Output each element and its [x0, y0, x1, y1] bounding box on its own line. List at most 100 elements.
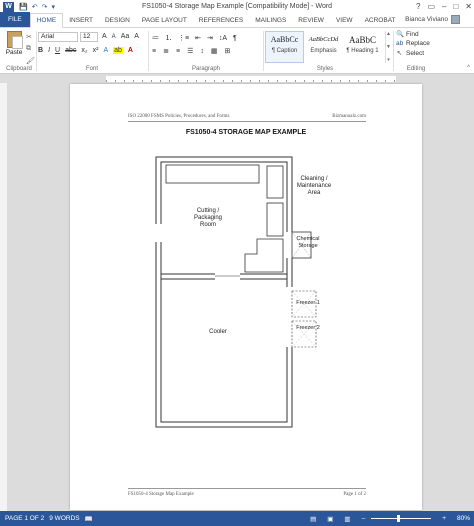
grow-font-button[interactable]: A [102, 33, 107, 40]
freezer-2-label: Freezer 2 [296, 325, 320, 331]
horizontal-ruler[interactable] [0, 75, 474, 83]
editing-group: 🔍 Find ab Replace ↖ Select [396, 30, 430, 58]
close-button[interactable]: ✕ [465, 0, 472, 13]
cut-icon[interactable]: ✂ [26, 33, 35, 41]
center-icon[interactable]: ≣ [163, 47, 169, 55]
style-caption[interactable]: AaBbCc ¶ Caption [265, 31, 304, 63]
group-divider [393, 31, 394, 71]
style-emphasis[interactable]: AaBbCcDd Emphasis [304, 31, 343, 63]
format-painter-icon[interactable]: 🖌 [26, 57, 35, 65]
shrink-font-button[interactable]: A [112, 34, 116, 40]
user-account[interactable]: Bianca Viviano [405, 15, 460, 24]
change-case-button[interactable]: Aa [121, 33, 130, 40]
bold-button[interactable]: B [38, 47, 43, 54]
window-title: FS1050-4 Storage Map Example [Compatibil… [141, 3, 333, 10]
tab-file[interactable]: FILE [0, 12, 30, 27]
select-button[interactable]: ↖ Select [396, 49, 430, 58]
tab-home[interactable]: HOME [29, 13, 64, 28]
styles-scroll[interactable]: ▲ ▼ ▾ [385, 31, 391, 63]
collapse-ribbon-icon[interactable]: ^ [467, 65, 470, 71]
paste-button[interactable]: Paste [3, 31, 25, 56]
replace-label: Replace [406, 40, 430, 47]
font-size-box[interactable]: 12 [80, 32, 98, 42]
highlight-button[interactable]: ab [113, 47, 123, 54]
undo-icon[interactable]: ↶ [32, 3, 38, 11]
strikethrough-button[interactable]: abc [65, 47, 76, 54]
more-styles-icon[interactable]: ▾ [387, 57, 390, 63]
word-app-icon[interactable]: W [3, 1, 14, 12]
zoom-in-button[interactable]: + [442, 515, 446, 522]
text-effects-button[interactable]: A [103, 47, 108, 54]
map-label-line: Storage [298, 243, 318, 249]
show-marks-icon[interactable]: ¶ [233, 35, 237, 42]
maximize-button[interactable]: □ [453, 0, 458, 13]
decrease-indent-icon[interactable]: ⇤ [195, 34, 201, 42]
tab-page-layout[interactable]: PAGE LAYOUT [136, 14, 193, 27]
shading-icon[interactable]: ▦ [211, 47, 218, 55]
zoom-out-button[interactable]: – [362, 515, 366, 522]
outer-wall-outer [155, 156, 293, 428]
align-right-icon[interactable]: ≡ [176, 48, 180, 55]
cutting-room-label: Cutting / Packaging Room [180, 208, 236, 229]
align-left-icon[interactable]: ≡ [152, 48, 156, 55]
page-count[interactable]: PAGE 1 OF 2 [5, 515, 44, 522]
help-icon[interactable]: ? [416, 0, 420, 13]
italic-button[interactable]: I [48, 47, 50, 54]
cleaning-area-label: Cleaning / Maintenance Area [284, 176, 344, 197]
proofing-icon[interactable]: 📖 [85, 515, 93, 523]
font-row-top: A A Aa A [102, 33, 139, 40]
increase-indent-icon[interactable]: ⇥ [207, 34, 213, 42]
title-bar: W 💾 ↶ ↷ ▾ FS1050-4 Storage Map Example [… [0, 0, 474, 13]
font-color-button[interactable]: A [128, 47, 133, 54]
numbering-icon[interactable]: ⒈ [165, 33, 172, 43]
select-icon: ↖ [396, 50, 403, 57]
font-row-bottom: B I U abc x₂ x² A ab A [38, 47, 133, 54]
replace-button[interactable]: ab Replace [396, 40, 430, 47]
font-name-box[interactable]: Arial [38, 32, 78, 42]
save-icon[interactable]: 💾 [19, 3, 28, 11]
ribbon-display-icon[interactable]: ▭ [427, 0, 435, 13]
replace-icon: ab [396, 40, 404, 47]
quick-access-toolbar: 💾 ↶ ↷ ▾ [19, 3, 55, 11]
copy-icon[interactable]: ⧉ [26, 45, 35, 53]
group-label-editing: Editing [406, 66, 426, 72]
style-heading-1[interactable]: AaBbC ¶ Heading 1 [343, 31, 382, 63]
document-page[interactable]: ISO 22000 FSMS Policies, Procedures, and… [70, 84, 422, 510]
customize-qat-icon[interactable]: ▾ [51, 3, 55, 11]
line-spacing-icon[interactable]: ↕ [200, 48, 204, 55]
outer-wall-inner [160, 161, 288, 423]
clear-formatting-button[interactable]: A [134, 33, 139, 40]
chevron-up-icon[interactable]: ▲ [386, 31, 391, 37]
group-divider [263, 31, 264, 71]
tab-mailings[interactable]: MAILINGS [249, 14, 292, 27]
tab-view[interactable]: VIEW [330, 14, 359, 27]
print-layout-icon[interactable]: ▣ [327, 515, 333, 523]
superscript-button[interactable]: x² [93, 47, 99, 54]
tab-review[interactable]: REVIEW [292, 14, 330, 27]
tab-insert[interactable]: INSERT [63, 14, 99, 27]
sort-icon[interactable]: ↕A [219, 35, 227, 42]
tab-references[interactable]: REFERENCES [193, 14, 249, 27]
multilevel-list-icon[interactable]: ⋮≡ [178, 34, 189, 42]
find-button[interactable]: 🔍 Find [396, 30, 430, 39]
underline-button[interactable]: U [55, 47, 60, 54]
word-count[interactable]: 9 WORDS [49, 515, 79, 522]
vertical-ruler[interactable] [0, 83, 7, 511]
justify-icon[interactable]: ☰ [187, 47, 193, 55]
zoom-slider[interactable] [371, 515, 432, 522]
redo-icon[interactable]: ↷ [42, 3, 48, 11]
web-layout-icon[interactable]: ▥ [344, 515, 350, 523]
bullets-icon[interactable]: ≔ [152, 34, 159, 42]
borders-icon[interactable]: ⊞ [224, 47, 230, 55]
user-name: Bianca Viviano [405, 16, 448, 23]
read-mode-icon[interactable]: ▤ [310, 515, 316, 523]
minimize-button[interactable]: – [442, 0, 446, 13]
zoom-level[interactable]: 80% [457, 515, 470, 522]
subscript-button[interactable]: x₂ [81, 47, 87, 54]
zoom-thumb[interactable] [397, 515, 401, 522]
tab-design[interactable]: DESIGN [99, 14, 136, 27]
style-name: ¶ Heading 1 [346, 48, 379, 54]
tab-acrobat[interactable]: ACROBAT [359, 14, 402, 27]
styles-gallery: AaBbCc ¶ Caption AaBbCcDd Emphasis AaBbC… [265, 31, 383, 63]
chevron-down-icon[interactable]: ▼ [386, 44, 391, 50]
